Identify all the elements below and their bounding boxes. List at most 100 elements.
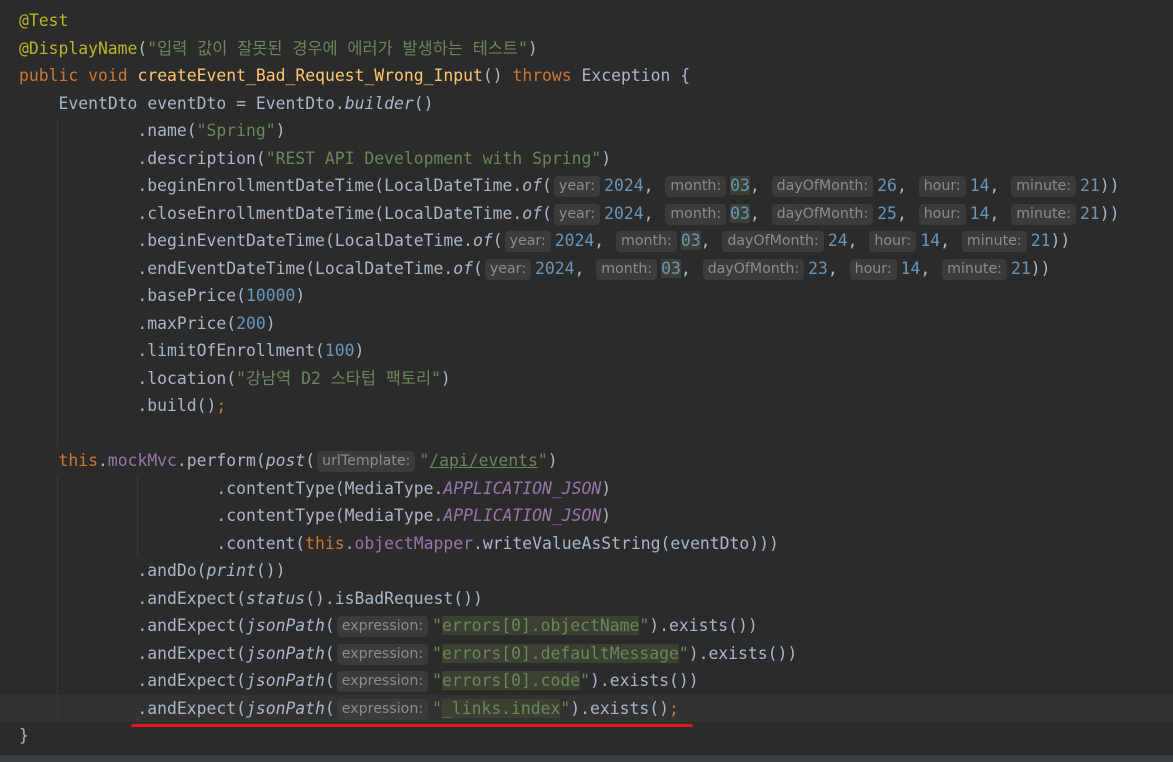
number: 10000 <box>245 286 296 305</box>
number: 200 <box>236 313 266 333</box>
code-line[interactable]: .andExpect(jsonPath(expression: "errors[0… <box>0 612 1173 640</box>
indent-guide <box>57 584 58 612</box>
param-hint: urlTemplate: <box>317 451 416 472</box>
code-line[interactable]: .content(this.objectMapper.writeValueAsS… <box>0 529 1173 557</box>
code-line[interactable]: .contentType(MediaType.APPLICATION_JSON) <box>0 502 1173 530</box>
indent-guide <box>57 309 58 337</box>
code-line[interactable]: .andDo(print()) <box>0 557 1173 585</box>
param-hint: expression: <box>336 616 429 637</box>
test-annotation: @Test <box>19 11 69 30</box>
string-literal: "_links.index" <box>432 698 571 718</box>
param-hint: month: <box>665 203 727 225</box>
code-line[interactable]: .contentType(MediaType.APPLICATION_JSON) <box>0 474 1173 502</box>
code-line[interactable] <box>0 419 1173 447</box>
indent-guide <box>57 172 58 200</box>
method-call: jsonPath <box>245 643 325 663</box>
code-line[interactable]: @DisplayName("입력 값이 잘못된 경우에 에러가 발생하는 테스트… <box>0 35 1173 63</box>
json-path-part: _links.index <box>441 698 561 718</box>
indent-guide <box>57 364 58 392</box>
punct: () <box>482 66 513 85</box>
indent-guide <box>57 529 58 557</box>
code-line[interactable]: .andExpect(jsonPath(expression: "errors[0… <box>0 667 1173 695</box>
param-hint: hour: <box>918 176 966 197</box>
string-literal: "errors[0].defaultMessage" <box>432 643 689 663</box>
semicolon: ; <box>216 396 227 415</box>
builder-call: builder <box>344 93 414 113</box>
param-hint: year: <box>553 203 601 225</box>
code-line[interactable]: .andExpect(jsonPath(expression: "errors[0… <box>0 639 1173 667</box>
param-hint: year: <box>504 231 551 252</box>
code-line[interactable]: .name("Spring") <box>0 117 1173 145</box>
code-line[interactable]: .closeEnrollmentDateTime(LocalDateTime.o… <box>0 199 1173 227</box>
type-name: LocalDateTime <box>334 231 464 250</box>
number: 2024 <box>535 258 575 278</box>
number: 24 <box>827 231 848 250</box>
constant: APPLICATION_JSON <box>443 478 602 498</box>
code-line[interactable]: .maxPrice(200) <box>0 309 1173 337</box>
code-line[interactable]: .andExpect(status().isBadRequest()) <box>0 584 1173 612</box>
code-line[interactable]: .build(); <box>0 392 1173 420</box>
param-hint: hour: <box>918 203 966 225</box>
code-line[interactable]: this.mockMvc.perform(post(urlTemplate: "/… <box>0 447 1173 475</box>
code-line[interactable]: @Test <box>0 7 1173 35</box>
number: 14 <box>969 203 990 223</box>
param-hint: month: <box>596 258 658 280</box>
field-name: mockMvc <box>107 451 177 470</box>
string-literal: "/api/events" <box>419 451 548 470</box>
type-name: MediaType <box>344 506 434 525</box>
indent-guide <box>57 227 58 255</box>
variable-name: eventDto <box>147 93 227 113</box>
indent-guide <box>57 502 58 530</box>
code-line[interactable]: .limitOfEnrollment(100) <box>0 337 1173 365</box>
code-line[interactable]: .basePrice(10000) <box>0 282 1173 310</box>
red-underline-annotation <box>131 724 693 727</box>
param-hint: dayOfMonth: <box>722 231 824 252</box>
indent-guide <box>57 639 58 667</box>
indent-guide <box>57 117 58 145</box>
keyword: void <box>88 66 128 85</box>
number: 21 <box>1080 176 1100 195</box>
number: 21 <box>1010 258 1031 278</box>
json-path-part: [0].code <box>501 671 581 690</box>
number: 26 <box>877 176 897 195</box>
code-editor[interactable]: @Test @DisplayName("입력 값이 잘못된 경우에 에러가 발생… <box>0 0 1173 762</box>
indent-guide <box>57 612 58 640</box>
punct: ( <box>137 38 148 58</box>
constant: APPLICATION_JSON <box>443 506 602 525</box>
code-line[interactable]: public void createEvent_Bad_Request_Wron… <box>0 62 1173 90</box>
code-line[interactable]: .description("REST API Development with … <box>0 144 1173 172</box>
number: 23 <box>808 258 828 278</box>
string-literal: "강남역 D2 스타텁 팩토리" <box>236 368 441 388</box>
indent-guide <box>137 502 138 530</box>
display-name-string: "입력 값이 잘못된 경우에 에러가 발생하는 테스트" <box>147 38 528 58</box>
code-line[interactable]: .location("강남역 D2 스타텁 팩토리") <box>0 364 1173 392</box>
current-code-line[interactable]: .andExpect(jsonPath(expression: "_links.i… <box>0 694 1173 722</box>
code-line[interactable]: EventDto eventDto = EventDto.builder() <box>0 90 1173 118</box>
number: 14 <box>920 231 941 250</box>
method-call: post <box>265 451 306 470</box>
indent-guide <box>57 557 58 585</box>
param-hint: month: <box>665 176 727 197</box>
code-line[interactable]: .beginEventDateTime(LocalDateTime.of(yea… <box>0 227 1173 255</box>
url-path[interactable]: /api/events <box>429 451 538 470</box>
keyword: this <box>58 451 98 470</box>
semicolon: ; <box>668 698 679 718</box>
code-line[interactable]: .beginEnrollmentDateTime(LocalDateTime.o… <box>0 172 1173 200</box>
display-name-annotation: @DisplayName <box>19 38 138 58</box>
indent-guide <box>57 392 58 420</box>
json-path-part: errors <box>441 671 502 690</box>
number: 14 <box>900 258 921 278</box>
field-name: objectMapper <box>354 533 473 553</box>
param-hint: expression: <box>336 671 429 692</box>
keyword: this <box>305 533 345 553</box>
method-name: createEvent_Bad_Request_Wrong_Input <box>137 66 483 85</box>
number: 25 <box>877 203 897 223</box>
code-line[interactable]: .endEventDateTime(LocalDateTime.of(year:… <box>0 254 1173 282</box>
indent-guide <box>57 419 58 447</box>
param-hint: dayOfMonth: <box>771 203 874 225</box>
param-hint: minute: <box>1011 176 1077 197</box>
keyword: throws <box>512 66 572 85</box>
json-path-part: [0].defaultMessage <box>501 643 679 663</box>
indent-guide <box>57 282 58 310</box>
json-path-part: errors <box>441 643 502 663</box>
